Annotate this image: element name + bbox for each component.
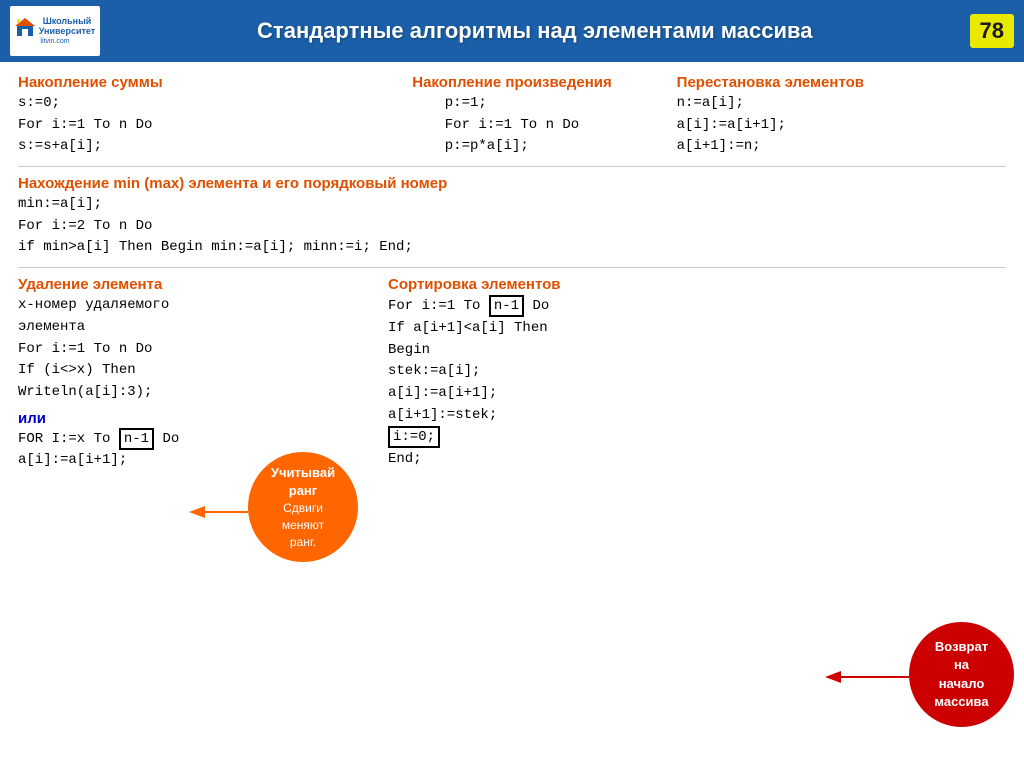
code-line: min:=a[i]; [18,194,1006,216]
section-minmax-code: min:=a[i]; For i:=2 To n Do if min>a[i] … [18,194,1006,259]
code-line: For i:=1 To n Do [445,115,579,137]
callout-rank: Учитывай ранг Сдвиги меняют ранг. [248,452,358,562]
callout-return-line4: массива [934,693,988,711]
callout-return-line3: начало [934,675,988,693]
code-line: s:=0; [18,93,347,115]
code-line: Begin [388,340,1006,362]
section-swap-code: n:=a[i]; a[i]:=a[i+1]; a[i+1]:=n; [677,93,1006,158]
callout-rank-line5: ранг. [271,534,335,551]
logo-subtext: litvin.com [40,38,69,45]
highlight-n1-sort: n-1 [489,295,524,317]
section-sort: Сортировка элементов For i:=1 To n-1 Do … [388,276,1006,472]
page-title: Стандартные алгоритмы над элементами мас… [100,18,970,44]
section-minmax-title: Нахождение min (max) элемента и его поря… [18,175,1006,192]
code-line: a[i]:=a[i+1]; [388,383,1006,405]
code-line: FOR I:=x To n-1 Do [18,428,388,451]
code-line: End; [388,449,1006,471]
code-line: a[i+1]:=n; [677,136,1006,158]
top-section: Накопление суммы s:=0; For i:=1 To n Do … [18,74,1006,158]
callout-return-line2: на [934,656,988,674]
section-product-code: p:=1; For i:=1 To n Do p:=p*a[i]; [445,93,579,158]
page-number: 78 [970,14,1014,48]
code-line: p:=p*a[i]; [445,136,579,158]
callout-rank-line1: Учитывай [271,464,335,482]
code-line: For i:=1 To n Do [18,115,347,137]
section-sum-code: s:=0; For i:=1 To n Do s:=s+a[i]; [18,93,347,158]
code-line: If (i<>x) Then [18,360,388,382]
callout-rank-arrow [188,502,253,522]
section-sum: Накопление суммы s:=0; For i:=1 To n Do … [18,74,347,158]
section-delete-code: x-номер удаляемого элемента For i:=1 To … [18,295,388,403]
logo: Школьный Университет litvin.com [10,6,100,56]
callout-rank-line4: меняют [271,517,335,534]
section-sort-code: For i:=1 To n-1 Do If a[i+1]<a[i] Then B… [388,295,1006,471]
header: Школьный Университет litvin.com Стандарт… [0,0,1024,62]
section-swap-title: Перестановка элементов [677,74,1006,91]
divider2 [18,267,1006,268]
code-line: a[i]:=a[i+1]; [677,115,1006,137]
code-line: If a[i+1]<a[i] Then [388,318,1006,340]
code-line: n:=a[i]; [677,93,1006,115]
code-line: p:=1; [445,93,579,115]
highlight-n1: n-1 [119,428,154,450]
callout-rank-bubble: Учитывай ранг Сдвиги меняют ранг. [248,452,358,562]
code-line: Writeln(a[i]:3); [18,382,388,404]
school-icon [15,17,35,37]
code-line: элемента [18,317,388,339]
code-line: For i:=1 To n Do [18,339,388,361]
logo-text: Школьный Университет [39,17,95,37]
code-line: For i:=2 To n Do [18,216,1006,238]
blue-or-label: или [18,410,46,427]
section-minmax: Нахождение min (max) элемента и его поря… [18,175,1006,259]
code-line: stek:=a[i]; [388,361,1006,383]
code-line: i:=0; [388,426,1006,449]
section-product: Накопление произведения p:=1; For i:=1 T… [347,74,676,158]
section-sort-title: Сортировка элементов [388,276,1006,293]
section-sum-title: Накопление суммы [18,74,347,91]
section-delete-title: Удаление элемента [18,276,388,293]
section-product-title: Накопление произведения [347,74,676,91]
divider1 [18,166,1006,167]
code-line: s:=s+a[i]; [18,136,347,158]
section-swap: Перестановка элементов n:=a[i]; a[i]:=a[… [677,74,1006,158]
callout-return-arrow [824,667,914,687]
code-line: For i:=1 To n-1 Do [388,295,1006,318]
bottom-section: Удаление элемента x-номер удаляемого эле… [18,276,1006,472]
code-line: if min>a[i] Then Begin min:=a[i]; minn:=… [18,237,1006,259]
main-content: Накопление суммы s:=0; For i:=1 To n Do … [0,62,1024,767]
callout-return-bubble: Возврат на начало массива [909,622,1014,727]
callout-rank-line3: Сдвиги [271,500,335,517]
code-line: a[i+1]:=stek; [388,405,1006,427]
callout-rank-line2: ранг [271,482,335,500]
callout-return-line1: Возврат [934,638,988,656]
highlight-i0: i:=0; [388,426,440,448]
code-line: x-номер удаляемого [18,295,388,317]
callout-return: Возврат на начало массива [909,622,1014,727]
section-delete: Удаление элемента x-номер удаляемого эле… [18,276,388,472]
